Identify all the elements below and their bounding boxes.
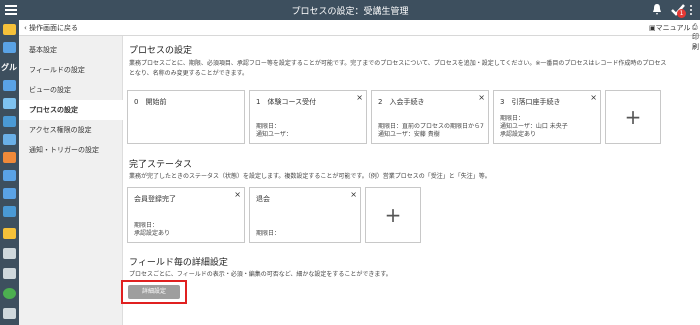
- process-card[interactable]: 3 引落口座手続き × 期限日： 通知ユーザ：山口 未央子 承認設定あり: [493, 90, 601, 144]
- status-card-name: 会員登録完了: [134, 195, 176, 203]
- page-title: プロセスの設定：受講生管理: [291, 7, 409, 17]
- app-nav: グル: [0, 20, 19, 325]
- settings-sidebar: 基本設定 フィールドの設定 ビューの設定 プロセスの設定 アクセス権限の設定 通…: [19, 36, 123, 325]
- status-card[interactable]: 退会 × 期限日：: [249, 187, 361, 243]
- back-link-label: 操作画面に戻る: [29, 24, 79, 32]
- process-cards: 0 開始前 1 体験コース受付 × 期限日： 通知ユーザ： 2 入会手続き × 期…: [127, 90, 687, 144]
- sidebar-item-basic[interactable]: 基本設定: [19, 40, 123, 60]
- report-icon[interactable]: [3, 80, 16, 91]
- calendar-icon[interactable]: [3, 152, 16, 163]
- process-card-name: 2 入会手続き: [378, 98, 425, 106]
- process-card-meta: 期限日： 通知ユーザ：山口 未央子 承認設定あり: [500, 115, 568, 138]
- chat-icon[interactable]: [3, 206, 16, 217]
- folder-icon[interactable]: [3, 268, 16, 279]
- top-bar: プロセスの設定：受講生管理 1: [0, 0, 700, 20]
- add-process-button[interactable]: +: [605, 90, 661, 144]
- mail-icon[interactable]: [3, 188, 16, 199]
- process-card-name: 1 体験コース受付: [256, 98, 317, 106]
- add-status-button[interactable]: +: [365, 187, 421, 243]
- process-card-meta: 期限日： 通知ユーザ：: [256, 123, 292, 138]
- bell-icon[interactable]: [651, 3, 663, 16]
- sidebar-item-notifications[interactable]: 通知・トリガーの設定: [19, 140, 123, 160]
- status-cards: 会員登録完了 × 期限日： 承認設定あり 退会 × 期限日： +: [127, 187, 427, 243]
- close-icon[interactable]: ×: [478, 93, 485, 102]
- close-icon[interactable]: ×: [234, 190, 241, 199]
- close-icon[interactable]: ×: [590, 93, 597, 102]
- process-section-title: プロセスの設定: [129, 46, 193, 56]
- sidebar-item-fields[interactable]: フィールドの設定: [19, 60, 123, 80]
- complete-section-title: 完了ステータス: [129, 160, 193, 170]
- home-icon[interactable]: [3, 24, 16, 35]
- pie-chart-icon[interactable]: [3, 288, 16, 299]
- notification-badge: 1: [677, 9, 686, 18]
- process-description-1: 業務プロセスごとに、期限、必須項目、承認フロー等を設定することが可能です。完了ま…: [129, 60, 667, 67]
- check-app-icon[interactable]: [3, 116, 16, 127]
- manual-label: マニュアル: [655, 24, 691, 32]
- complete-description: 業務が完了したときのステータス（状態）を設定します。複数設定することが可能です。…: [129, 173, 491, 180]
- status-card[interactable]: 会員登録完了 × 期限日： 承認設定あり: [127, 187, 245, 243]
- file-icon[interactable]: [3, 248, 16, 259]
- process-card-name: 3 引落口座手続き: [500, 98, 561, 106]
- close-icon[interactable]: ×: [350, 190, 357, 199]
- gift-icon[interactable]: [3, 228, 16, 239]
- more-menu-icon[interactable]: [689, 4, 693, 16]
- fields-description: プロセスごとに、フィールドの表示・必須・編集の可否など、細かな設定をすることがで…: [129, 271, 392, 278]
- status-card-meta: 期限日：: [256, 230, 281, 237]
- detail-settings-button[interactable]: 詳細設定: [128, 285, 180, 299]
- fields-section-title: フィールド毎の詳細設定: [129, 258, 228, 268]
- status-card-name: 退会: [256, 195, 270, 203]
- process-description-2: となり、名称のみ変更することができます。: [129, 70, 248, 77]
- back-link[interactable]: ‹ 操作画面に戻る: [24, 23, 78, 33]
- document-icon[interactable]: [3, 170, 16, 181]
- process-card[interactable]: 0 開始前: [127, 90, 245, 144]
- close-icon[interactable]: ×: [356, 93, 363, 102]
- sidebar-item-access[interactable]: アクセス権限の設定: [19, 120, 123, 140]
- process-card[interactable]: 1 体験コース受付 × 期限日： 通知ユーザ：: [249, 90, 367, 144]
- table-icon[interactable]: [3, 134, 16, 145]
- process-card-name: 0 開始前: [134, 98, 167, 106]
- sidebar-item-views[interactable]: ビューの設定: [19, 80, 123, 100]
- main-content: プロセスの設定 業務プロセスごとに、期限、必須項目、承認フロー等を設定することが…: [123, 36, 700, 325]
- list-icon[interactable]: [3, 98, 16, 109]
- download-icon[interactable]: [3, 308, 16, 319]
- database-icon[interactable]: [3, 42, 16, 53]
- manual-link[interactable]: ▣マニュアル: [649, 23, 690, 33]
- process-card-meta: 期限日：直前のプロセスの期限日から7 通知ユーザ：安藤 貴樹: [378, 123, 484, 138]
- process-card[interactable]: 2 入会手続き × 期限日：直前のプロセスの期限日から7 通知ユーザ：安藤 貴樹: [371, 90, 489, 144]
- sub-header: ‹ 操作画面に戻る ▣マニュアル ⎙印刷: [19, 20, 700, 51]
- sidebar-item-process[interactable]: プロセスの設定: [19, 100, 123, 120]
- group-label[interactable]: グル: [1, 62, 17, 73]
- status-card-meta: 期限日： 承認設定あり: [134, 222, 171, 237]
